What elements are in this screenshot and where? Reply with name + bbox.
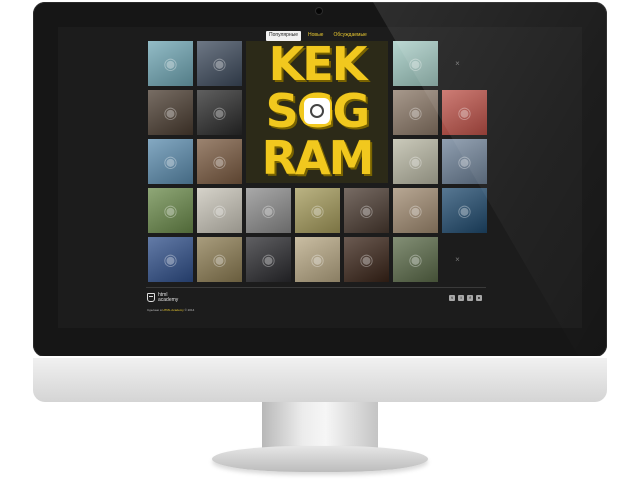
landscape-icon: ◉ (163, 55, 178, 73)
person-icon: ◉ (163, 153, 178, 171)
photo-pasta[interactable]: ◉ (295, 188, 340, 233)
photo-white-car[interactable]: ◉ (442, 139, 487, 184)
photo-cake-plate[interactable]: ◉ (393, 90, 438, 135)
copyright: Сделано в HTML Academy © 2014 (147, 308, 194, 312)
photo-blue-light[interactable]: ◉ (442, 188, 487, 233)
photo-offroad-car[interactable]: ◉ (393, 237, 438, 282)
logo-line-3: RAM (261, 131, 375, 185)
photo-beach-girl[interactable]: ◉ (295, 237, 340, 282)
food-icon: ◉ (212, 251, 227, 269)
photo-beach-cove[interactable]: ◉ (148, 41, 193, 86)
person-icon: ◉ (310, 251, 325, 269)
palm-icon: ◉ (163, 251, 178, 269)
close-icon[interactable]: × (435, 237, 480, 282)
food-icon: ◉ (310, 202, 325, 220)
logo: KEK SGG RAM (246, 41, 388, 183)
facebook-icon[interactable]: f (467, 295, 473, 301)
instagram-icon[interactable]: i (458, 295, 464, 301)
food-icon: ◉ (163, 202, 178, 220)
landscape-icon: ◉ (408, 55, 423, 73)
camera-lens-icon (304, 98, 330, 124)
photo-palms[interactable]: ◉ (148, 237, 193, 282)
home-icon: ◉ (261, 202, 276, 220)
copyright-link[interactable]: HTML Academy (163, 308, 184, 312)
food-icon: ◉ (212, 202, 227, 220)
cake-icon: ◉ (408, 104, 423, 122)
screen: Популярные Новые Обсуждаемые ◉ ◉ ◉ ◉ ◉ ◉ ◉ ◉ ◉ ◉ ◉… (58, 27, 582, 328)
close-icon[interactable]: × (435, 41, 480, 86)
food-icon: ◉ (212, 153, 227, 171)
photo-blue-car[interactable]: ◉ (197, 41, 242, 86)
shield-icon (147, 293, 155, 302)
photo-dunes[interactable]: ◉ (393, 139, 438, 184)
social-links: t i f в (449, 295, 482, 301)
dog-icon: ◉ (408, 202, 423, 220)
photo-pug[interactable]: ◉ (393, 188, 438, 233)
drink-icon: ◉ (457, 104, 472, 122)
car-icon: ◉ (408, 251, 423, 269)
photo-salad[interactable]: ◉ (148, 188, 193, 233)
photo-night-car[interactable]: ◉ (246, 237, 291, 282)
car-icon: ◉ (261, 251, 276, 269)
monitor-stand-foot (212, 446, 428, 472)
monitor-chin (33, 356, 607, 402)
copyright-suffix: © 2014 (184, 308, 195, 312)
camera-icon (316, 8, 322, 14)
logo-line-1: KEK (268, 37, 368, 91)
brand-text: html academy (158, 293, 178, 303)
photo-noodle-bowl[interactable]: ◉ (197, 237, 242, 282)
photo-room[interactable]: ◉ (246, 188, 291, 233)
cup-icon: ◉ (163, 104, 178, 122)
music-icon: ◉ (359, 251, 374, 269)
footer-brand[interactable]: html academy (147, 293, 178, 303)
photo-coffee-cups[interactable]: ◉ (148, 90, 193, 135)
landscape-icon: ◉ (408, 153, 423, 171)
photo-tropical-lagoon[interactable]: ◉ (393, 41, 438, 86)
photo-girl-sea[interactable]: ◉ (148, 139, 193, 184)
monitor-stand-neck (262, 402, 378, 452)
twitter-icon[interactable]: t (449, 295, 455, 301)
footer-divider (146, 287, 486, 288)
light-icon: ◉ (457, 202, 472, 220)
car-icon: ◉ (457, 153, 472, 171)
photo-chocolate[interactable]: ◉ (197, 139, 242, 184)
photo-black-car[interactable]: ◉ (197, 90, 242, 135)
car-icon: ◉ (212, 55, 227, 73)
car-icon: ◉ (212, 104, 227, 122)
brand-line-2: academy (158, 297, 179, 303)
photo-concert[interactable]: ◉ (344, 237, 389, 282)
people-icon: ◉ (359, 202, 374, 220)
photo-choir[interactable]: ◉ (344, 188, 389, 233)
vk-icon[interactable]: в (476, 295, 482, 301)
photo-sushi[interactable]: ◉ (197, 188, 242, 233)
copyright-prefix: Сделано в (147, 308, 162, 312)
photo-red-drink[interactable]: ◉ (442, 90, 487, 135)
